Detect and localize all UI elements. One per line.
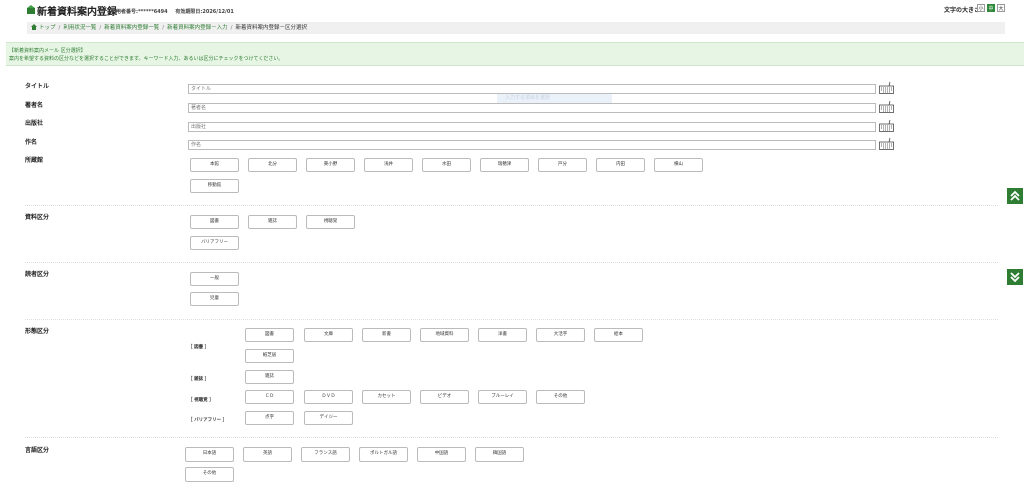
form-button[interactable]: ブルーレイ <box>478 390 527 404</box>
author-input[interactable] <box>188 103 876 113</box>
form-button[interactable]: 新書 <box>362 328 411 342</box>
library-button[interactable]: 本館 <box>190 158 239 172</box>
home-icon <box>31 24 37 30</box>
library-button[interactable]: 内田 <box>596 158 645 172</box>
library-button[interactable]: 横山 <box>654 158 703 172</box>
breadcrumb-usage[interactable]: 利用状況一覧 <box>63 25 96 31</box>
expiry-date: 有効期限日:2026/12/01 <box>175 9 234 15</box>
form-button[interactable]: ビデオ <box>420 390 469 404</box>
material-label: 資料区分 <box>25 214 50 221</box>
form-group-av: ［ 視聴覚 ］ <box>188 398 214 403</box>
scroll-up-icon[interactable] <box>1007 188 1023 204</box>
form-button[interactable]: 大活字 <box>536 328 585 342</box>
keyboard-icon[interactable] <box>879 138 894 150</box>
keyboard-icon[interactable] <box>879 120 894 132</box>
page-title: 新着資料案内登録 <box>37 7 117 18</box>
form-button[interactable]: 文庫 <box>304 328 353 342</box>
form-group-barrier-free: ［ バリアフリー ］ <box>188 418 228 423</box>
form-button[interactable]: 点字 <box>245 411 294 425</box>
language-button[interactable]: 韓国語 <box>475 447 524 462</box>
title-label: タイトル <box>25 83 50 90</box>
register-icon <box>27 5 35 14</box>
title-input[interactable] <box>188 84 876 94</box>
language-label: 言語区分 <box>25 447 50 454</box>
language-button[interactable]: 日本語 <box>185 447 234 462</box>
work-label: 作名 <box>25 139 38 146</box>
form-button[interactable]: 図書 <box>245 328 294 342</box>
language-button[interactable]: 中国語 <box>417 447 466 462</box>
library-button[interactable]: 移動館 <box>190 179 239 193</box>
library-button[interactable]: 東小野 <box>306 158 355 172</box>
library-label: 所蔵館 <box>25 157 44 164</box>
audience-label: 読者区分 <box>25 271 50 278</box>
font-size-small-button[interactable]: 小 <box>977 4 985 12</box>
publisher-input[interactable] <box>188 122 876 132</box>
form-button[interactable]: 絵本 <box>594 328 643 342</box>
breadcrumb-list[interactable]: 新着資料案内登録一覧 <box>104 25 159 31</box>
form-button[interactable]: ＤＶＤ <box>304 390 353 404</box>
language-button[interactable]: その他 <box>185 467 234 482</box>
material-button[interactable]: 図書 <box>190 215 239 229</box>
language-button[interactable]: ポルトガル語 <box>359 447 408 462</box>
divider <box>25 319 998 320</box>
font-size-medium-button[interactable]: 中 <box>987 4 995 12</box>
form-group-books: ［ 図書 ］ <box>188 345 210 350</box>
form-button[interactable]: その他 <box>536 390 585 404</box>
work-input[interactable] <box>188 140 876 150</box>
form-button[interactable]: 紙芝居 <box>245 349 294 363</box>
material-button[interactable]: 雑誌 <box>248 215 297 229</box>
font-size-large-button[interactable]: 大 <box>997 4 1005 12</box>
divider <box>25 437 998 438</box>
form-button[interactable]: カセット <box>362 390 411 404</box>
input-hint: 入力する項目を選択 <box>497 94 612 103</box>
scroll-down-icon[interactable] <box>1007 269 1023 285</box>
breadcrumb-current: 新着資料案内登録－区分選択 <box>235 25 308 31</box>
library-button[interactable]: 北分 <box>248 158 297 172</box>
author-label: 著者名 <box>25 102 44 109</box>
audience-button[interactable]: 一般 <box>190 272 239 286</box>
material-button[interactable]: 視聴覚 <box>306 215 355 229</box>
form-button[interactable]: 地域資料 <box>420 328 469 342</box>
material-button[interactable]: バリアフリー <box>190 236 239 250</box>
library-button[interactable]: 瑞穂津 <box>480 158 529 172</box>
divider <box>25 262 998 263</box>
breadcrumb-input[interactable]: 新着資料案内登録－入力 <box>167 25 228 31</box>
notice-box: 【新着資料案内メール 区分選択】 案内を希望する資料の区分などを選択することがで… <box>6 42 1024 66</box>
form-group-magazines: ［ 雑誌 ］ <box>188 377 210 382</box>
language-button[interactable]: フランス語 <box>301 447 350 462</box>
divider <box>25 205 998 206</box>
breadcrumb-top[interactable]: トップ <box>39 25 56 31</box>
keyboard-icon[interactable] <box>879 82 894 94</box>
library-button[interactable]: 水田 <box>422 158 471 172</box>
form-label: 形態区分 <box>25 328 50 335</box>
publisher-label: 出版社 <box>25 120 44 127</box>
keyboard-icon[interactable] <box>879 101 894 113</box>
library-button[interactable]: 浅井 <box>364 158 413 172</box>
notice-text: 案内を希望する資料の区分などを選択することができます。キーワード入力、あるいは区… <box>9 56 284 62</box>
audience-button[interactable]: 児童 <box>190 292 239 306</box>
form-button[interactable]: ＣＤ <box>245 390 294 404</box>
breadcrumb: トップ / 利用状況一覧 / 新着資料案内登録一覧 / 新着資料案内登録－入力 / 新着資料案内… <box>27 22 1005 34</box>
language-button[interactable]: 英語 <box>243 447 292 462</box>
font-size-label: 文字の大きさ <box>944 7 981 14</box>
user-number: 利用者番号:******6494 <box>111 9 168 15</box>
form-button[interactable]: 洋書 <box>478 328 527 342</box>
form-button[interactable]: デイジー <box>304 411 353 425</box>
notice-title: 【新着資料案内メール 区分選択】 <box>9 48 86 54</box>
library-button[interactable]: 戸分 <box>538 158 587 172</box>
form-button[interactable]: 雑誌 <box>245 370 294 384</box>
